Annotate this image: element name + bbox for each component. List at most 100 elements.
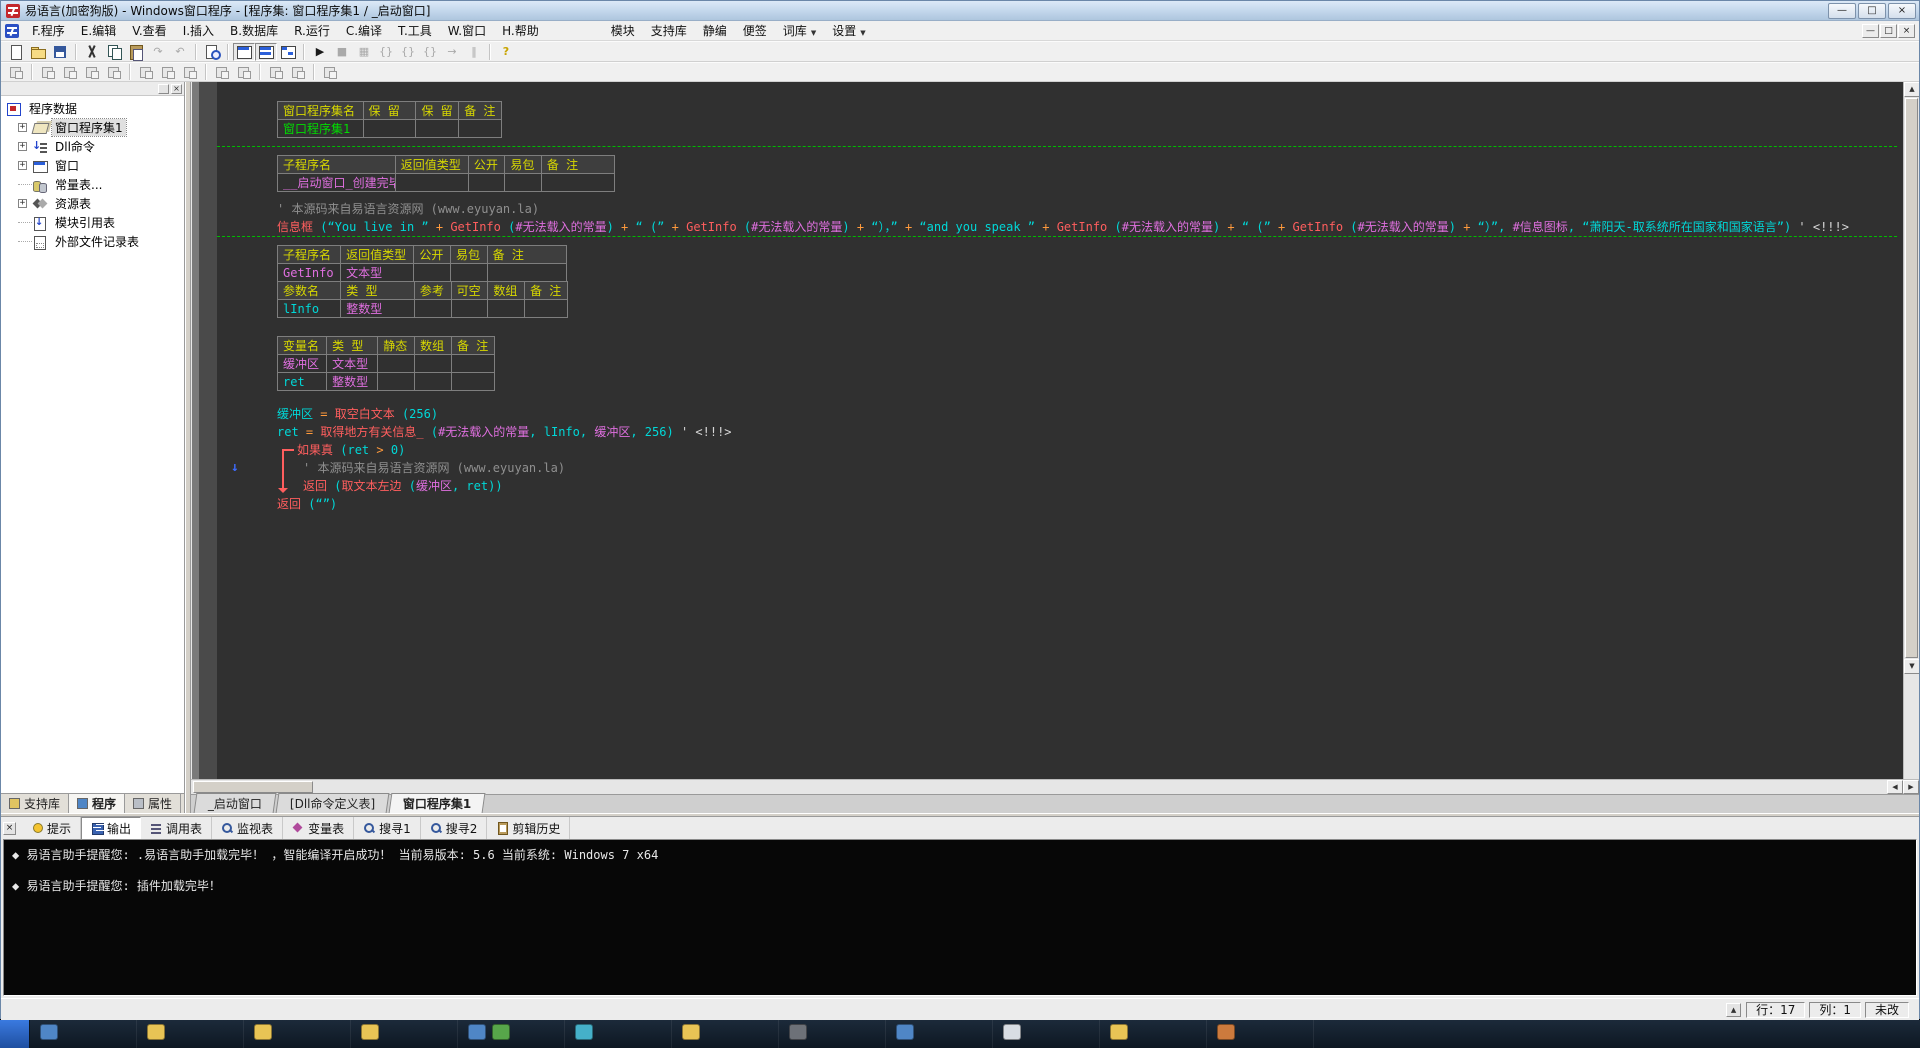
menu-item[interactable]: 支持库 [643,21,695,40]
step-out-button[interactable]: {} [419,43,441,61]
output-close-button[interactable]: × [3,821,16,835]
table-cell[interactable] [467,173,506,192]
table-cell[interactable] [362,119,417,138]
code-line[interactable]: 返回 (取文本左边 (缓冲区, ret)) [277,477,1903,495]
stop-button[interactable]: ■ [331,43,353,61]
table-cell[interactable] [449,263,488,282]
panel-tab-输出[interactable]: 输出 [81,816,142,840]
taskbar-item[interactable] [1100,1020,1207,1048]
tree-expander[interactable]: + [18,161,27,170]
comment-line[interactable]: ' 本源码来自易语言资源网 (www.eyuyan.la) [277,200,1903,218]
code-editor[interactable]: 窗口程序集名保 留保 留备 注窗口程序集1 子程序名 返回值类型 公开 易包备 注 __启… [191,82,1919,779]
table-cell[interactable] [413,299,452,318]
panel-tab-搜寻2[interactable]: 搜寻2 [421,816,488,840]
layout-quad-button[interactable] [277,43,299,61]
layout-single-button[interactable] [233,42,255,61]
table-cell[interactable] [413,263,451,282]
table-cell[interactable] [486,263,568,282]
editor-tab[interactable]: _启动窗口 [193,793,277,813]
menu-item[interactable]: R.运行 [286,21,338,40]
table-cell[interactable]: 整数型 [326,372,379,391]
find-button[interactable] [201,43,223,61]
taskbar-item[interactable] [458,1020,565,1048]
debug-assembly-button[interactable]: ▦ [353,43,375,61]
msgbox-line[interactable]: 信息框 (“You live in ” + GetInfo (#无法载入的常量)… [277,218,1903,236]
new-file-button[interactable] [5,43,27,61]
menu-item[interactable]: 设置 ▼ [824,21,873,40]
open-file-button[interactable] [27,43,49,61]
taskbar-item[interactable] [244,1020,351,1048]
tree-item[interactable]: + 资源表 [1,194,184,213]
table-cell[interactable] [504,173,542,192]
run-to-cursor-button[interactable]: → [441,43,463,61]
save-button[interactable] [49,43,71,61]
copy-button[interactable] [103,43,125,61]
step-over-button[interactable]: {} [397,43,419,61]
panel-dock-button[interactable] [158,83,169,94]
cut-button[interactable] [81,43,103,61]
table-cell[interactable] [414,354,452,373]
vertical-scroll-thumb[interactable] [1905,98,1918,658]
align-left-button[interactable] [37,63,59,81]
tree-item[interactable]: 外部文件记录表 [1,232,184,251]
table-cell[interactable]: __启动窗口_创建完毕 [277,173,396,192]
code-line[interactable]: 缓冲区 = 取空白文本 (256) [277,405,1903,423]
panel-tab-提示[interactable]: 提示 [22,816,82,840]
space-across-button[interactable] [265,63,287,81]
start-button[interactable] [0,1020,30,1048]
align-top-button[interactable] [81,63,103,81]
pause-button[interactable]: ‖ [463,43,485,61]
layout-split-button[interactable] [255,42,277,61]
table-cell[interactable] [414,372,452,391]
paste-button[interactable] [125,43,147,61]
align-bottom-button[interactable] [103,63,125,81]
left-tab-程序[interactable]: 程序 [69,794,126,813]
panel-tab-变量表[interactable]: 变量表 [283,816,355,840]
tree-root[interactable]: 程序数据 [1,99,184,118]
if-true-block[interactable]: ↓ 如果真 (ret > 0) ' 本源码来自易语言资源网 (www.eyuyan.… [231,441,1903,495]
table-cell[interactable] [450,354,496,373]
step-into-button[interactable]: {} [375,43,397,61]
menu-item[interactable]: T.工具 [390,21,440,40]
redo-button[interactable]: ↷ [147,43,169,61]
taskbar-item[interactable] [993,1020,1100,1048]
panel-close-button[interactable]: × [171,83,182,94]
tree-item[interactable]: + 窗口 [1,156,184,175]
tree-expander[interactable]: + [18,199,27,208]
menu-item[interactable]: C.编译 [338,21,390,40]
minimize-button[interactable]: — [1828,2,1856,19]
table-cell[interactable] [450,299,489,318]
table-cell[interactable]: lInfo [276,299,342,318]
menu-item[interactable]: H.帮助 [494,21,547,40]
tab-order-button[interactable] [319,63,341,81]
taskbar-item[interactable] [886,1020,993,1048]
horizontal-scroll-thumb[interactable] [193,781,313,793]
editor-content[interactable]: 窗口程序集名保 留保 留备 注窗口程序集1 子程序名 返回值类型 公开 易包备 注 __启… [217,82,1903,779]
menu-item[interactable]: 词库 ▼ [775,21,824,40]
menu-item[interactable]: I.插入 [175,21,222,40]
left-tab-支持库[interactable]: 支持库 [1,794,70,813]
table-cell[interactable] [377,354,416,373]
editor-horizontal-scrollbar[interactable]: ◀ ▶ [191,779,1919,794]
menu-item[interactable]: 模块 [603,21,643,40]
menu-item[interactable]: W.窗口 [440,21,494,40]
menu-item[interactable]: B.数据库 [222,21,286,40]
table-cell[interactable] [377,372,416,391]
menu-item[interactable]: 静编 [695,21,735,40]
table-cell[interactable]: 文本型 [340,263,415,282]
table-cell[interactable]: GetInfo [276,263,342,282]
taskbar-item[interactable] [30,1020,137,1048]
panel-tab-搜寻1[interactable]: 搜寻1 [354,816,421,840]
status-collapse-button[interactable]: ▲ [1726,1002,1742,1017]
code-line[interactable]: ' 本源码来自易语言资源网 (www.eyuyan.la) [277,459,1903,477]
tree-expander[interactable]: + [18,123,27,132]
table-cell[interactable]: 缓冲区 [276,354,328,373]
table-cell[interactable]: 文本型 [326,354,379,373]
center-horizontal-button[interactable] [211,63,233,81]
tree-item[interactable]: 模块引用表 [1,213,184,232]
table-cell[interactable] [487,299,526,318]
left-tab-属性[interactable]: 属性 [125,794,182,813]
taskbar-item[interactable] [137,1020,244,1048]
make-same-height-button[interactable] [157,63,179,81]
taskbar-item[interactable] [565,1020,672,1048]
